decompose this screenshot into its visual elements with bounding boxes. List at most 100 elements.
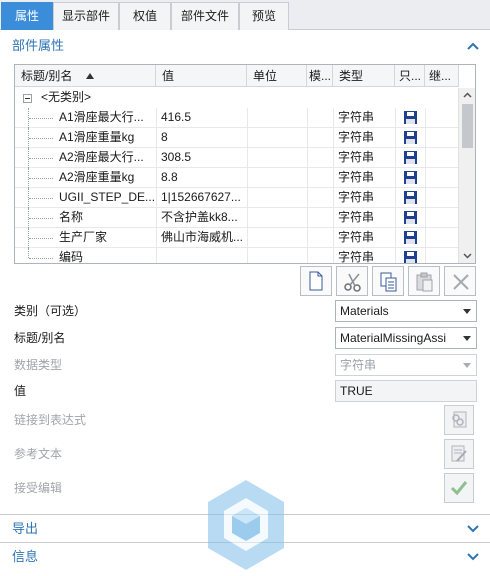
column-header-readonly[interactable]: 只... — [395, 65, 425, 87]
tab-weight[interactable]: 权值 — [119, 2, 171, 30]
paste-button[interactable] — [408, 266, 440, 296]
reference-text-label: 参考文本 — [14, 447, 63, 461]
title-label: 标题/别名 — [14, 331, 66, 345]
cell-value: 不含护盖kk8... — [156, 208, 247, 227]
cell-value: 8.8 — [156, 168, 247, 187]
chevron-down-icon[interactable] — [466, 544, 480, 570]
info-section-title: 信息 — [12, 549, 39, 564]
cell-expression — [307, 228, 333, 247]
tab-part-file[interactable]: 部件文件 — [171, 2, 239, 30]
scroll-up-icon[interactable] — [459, 88, 475, 103]
title-select[interactable]: MaterialMissingAssi — [335, 327, 477, 349]
column-name-label: 标题/别名 — [21, 69, 73, 83]
category-value: Materials — [340, 304, 389, 318]
tree-branch — [29, 138, 53, 139]
scroll-down-icon[interactable] — [459, 248, 475, 263]
column-header-type[interactable]: 类型 — [333, 65, 395, 87]
datatype-select: 字符串 — [335, 354, 477, 376]
cell-inherit — [425, 168, 459, 187]
delete-button[interactable] — [444, 266, 476, 296]
save-icon — [404, 211, 417, 224]
chevron-down-icon[interactable] — [466, 516, 480, 542]
tab-display-part[interactable]: 显示部件 — [53, 2, 119, 30]
category-select[interactable]: Materials — [335, 300, 477, 322]
cell-type: 字符串 — [333, 228, 395, 247]
table-body: <无类别> A1滑座最大行... 416.5 字符串 A1滑座重量kg 8 字符串 A2滑座… — [15, 88, 459, 263]
cell-type: 字符串 — [333, 188, 395, 207]
table-row[interactable]: A2滑座重量kg 8.8 字符串 — [15, 168, 459, 188]
cell-type: 字符串 — [333, 168, 395, 187]
section-title: 部件属性 — [12, 38, 65, 53]
cell-readonly[interactable] — [395, 228, 425, 247]
section-part-properties[interactable]: 部件属性 — [0, 33, 490, 59]
cell-name: 名称 — [59, 210, 84, 224]
value-field[interactable]: TRUE — [335, 380, 477, 402]
cell-value: 佛山市海威机... — [156, 228, 247, 247]
tab-preview[interactable]: 预览 — [239, 2, 289, 30]
cell-readonly[interactable] — [395, 108, 425, 127]
chevron-up-icon[interactable] — [466, 33, 480, 59]
column-header-name[interactable]: 标题/别名 — [15, 65, 156, 87]
cell-unit — [247, 248, 307, 263]
column-header-unit[interactable]: 单位 — [247, 65, 307, 87]
cell-expression — [307, 128, 333, 147]
cell-expression — [307, 188, 333, 207]
cell-unit — [247, 168, 307, 187]
table-row[interactable]: 名称 不含护盖kk8... 字符串 — [15, 208, 459, 228]
tab-bar: 属性 显示部件 权值 部件文件 预览 — [0, 0, 490, 30]
link-expression-button[interactable] — [444, 405, 474, 435]
cell-inherit — [425, 188, 459, 207]
save-icon — [404, 151, 417, 164]
cell-readonly[interactable] — [395, 188, 425, 207]
export-section-title: 导出 — [12, 521, 39, 536]
table-row[interactable]: 生产厂家 佛山市海威机... 字符串 — [15, 228, 459, 248]
reference-text-button[interactable] — [444, 439, 474, 469]
cell-readonly[interactable] — [395, 128, 425, 147]
cut-button[interactable] — [336, 266, 368, 296]
cell-unit — [247, 208, 307, 227]
cell-unit — [247, 128, 307, 147]
cell-readonly[interactable] — [395, 148, 425, 167]
cell-readonly[interactable] — [395, 168, 425, 187]
cell-type: 字符串 — [333, 108, 395, 127]
cell-unit — [247, 108, 307, 127]
cell-expression — [307, 248, 333, 263]
column-header-expression[interactable]: 模... — [307, 65, 333, 87]
cell-name: A2滑座最大行... — [59, 150, 144, 164]
cell-name: 生产厂家 — [59, 230, 108, 244]
group-row[interactable]: <无类别> — [15, 88, 459, 108]
cell-type: 字符串 — [333, 208, 395, 227]
table-row[interactable]: UGII_STEP_DE... 1|152667627... 字符串 — [15, 188, 459, 208]
new-attribute-button[interactable] — [300, 266, 332, 296]
cell-type: 字符串 — [333, 128, 395, 147]
tab-properties[interactable]: 属性 — [1, 2, 53, 30]
cell-name: UGII_STEP_DE... — [59, 190, 156, 204]
save-icon — [404, 131, 417, 144]
sort-ascending-icon — [86, 72, 95, 79]
table-row[interactable]: A2滑座最大行... 308.5 字符串 — [15, 148, 459, 168]
table-row[interactable]: 编码 字符串 — [15, 248, 459, 263]
column-header-inherit[interactable]: 继... — [425, 65, 459, 87]
cell-unit — [247, 148, 307, 167]
link-expression-label: 链接到表达式 — [14, 413, 87, 427]
table-row[interactable]: A1滑座最大行... 416.5 字符串 — [15, 108, 459, 128]
scrollbar-thumb[interactable] — [462, 104, 473, 148]
vertical-scrollbar[interactable] — [458, 88, 475, 263]
cell-expression — [307, 108, 333, 127]
save-icon — [404, 171, 417, 184]
copy-button[interactable] — [372, 266, 404, 296]
cell-readonly[interactable] — [395, 208, 425, 227]
collapse-icon[interactable] — [23, 94, 32, 103]
cell-inherit — [425, 248, 459, 263]
cell-name: A1滑座最大行... — [59, 110, 144, 124]
cell-value: 8 — [156, 128, 247, 147]
save-icon — [404, 231, 417, 244]
tree-line — [28, 248, 29, 258]
accept-edit-button[interactable] — [444, 473, 474, 503]
cell-value — [156, 248, 247, 263]
column-header-value[interactable]: 值 — [156, 65, 247, 87]
save-icon — [404, 251, 417, 263]
cell-readonly[interactable] — [395, 248, 425, 263]
tree-branch — [29, 198, 53, 199]
table-row[interactable]: A1滑座重量kg 8 字符串 — [15, 128, 459, 148]
